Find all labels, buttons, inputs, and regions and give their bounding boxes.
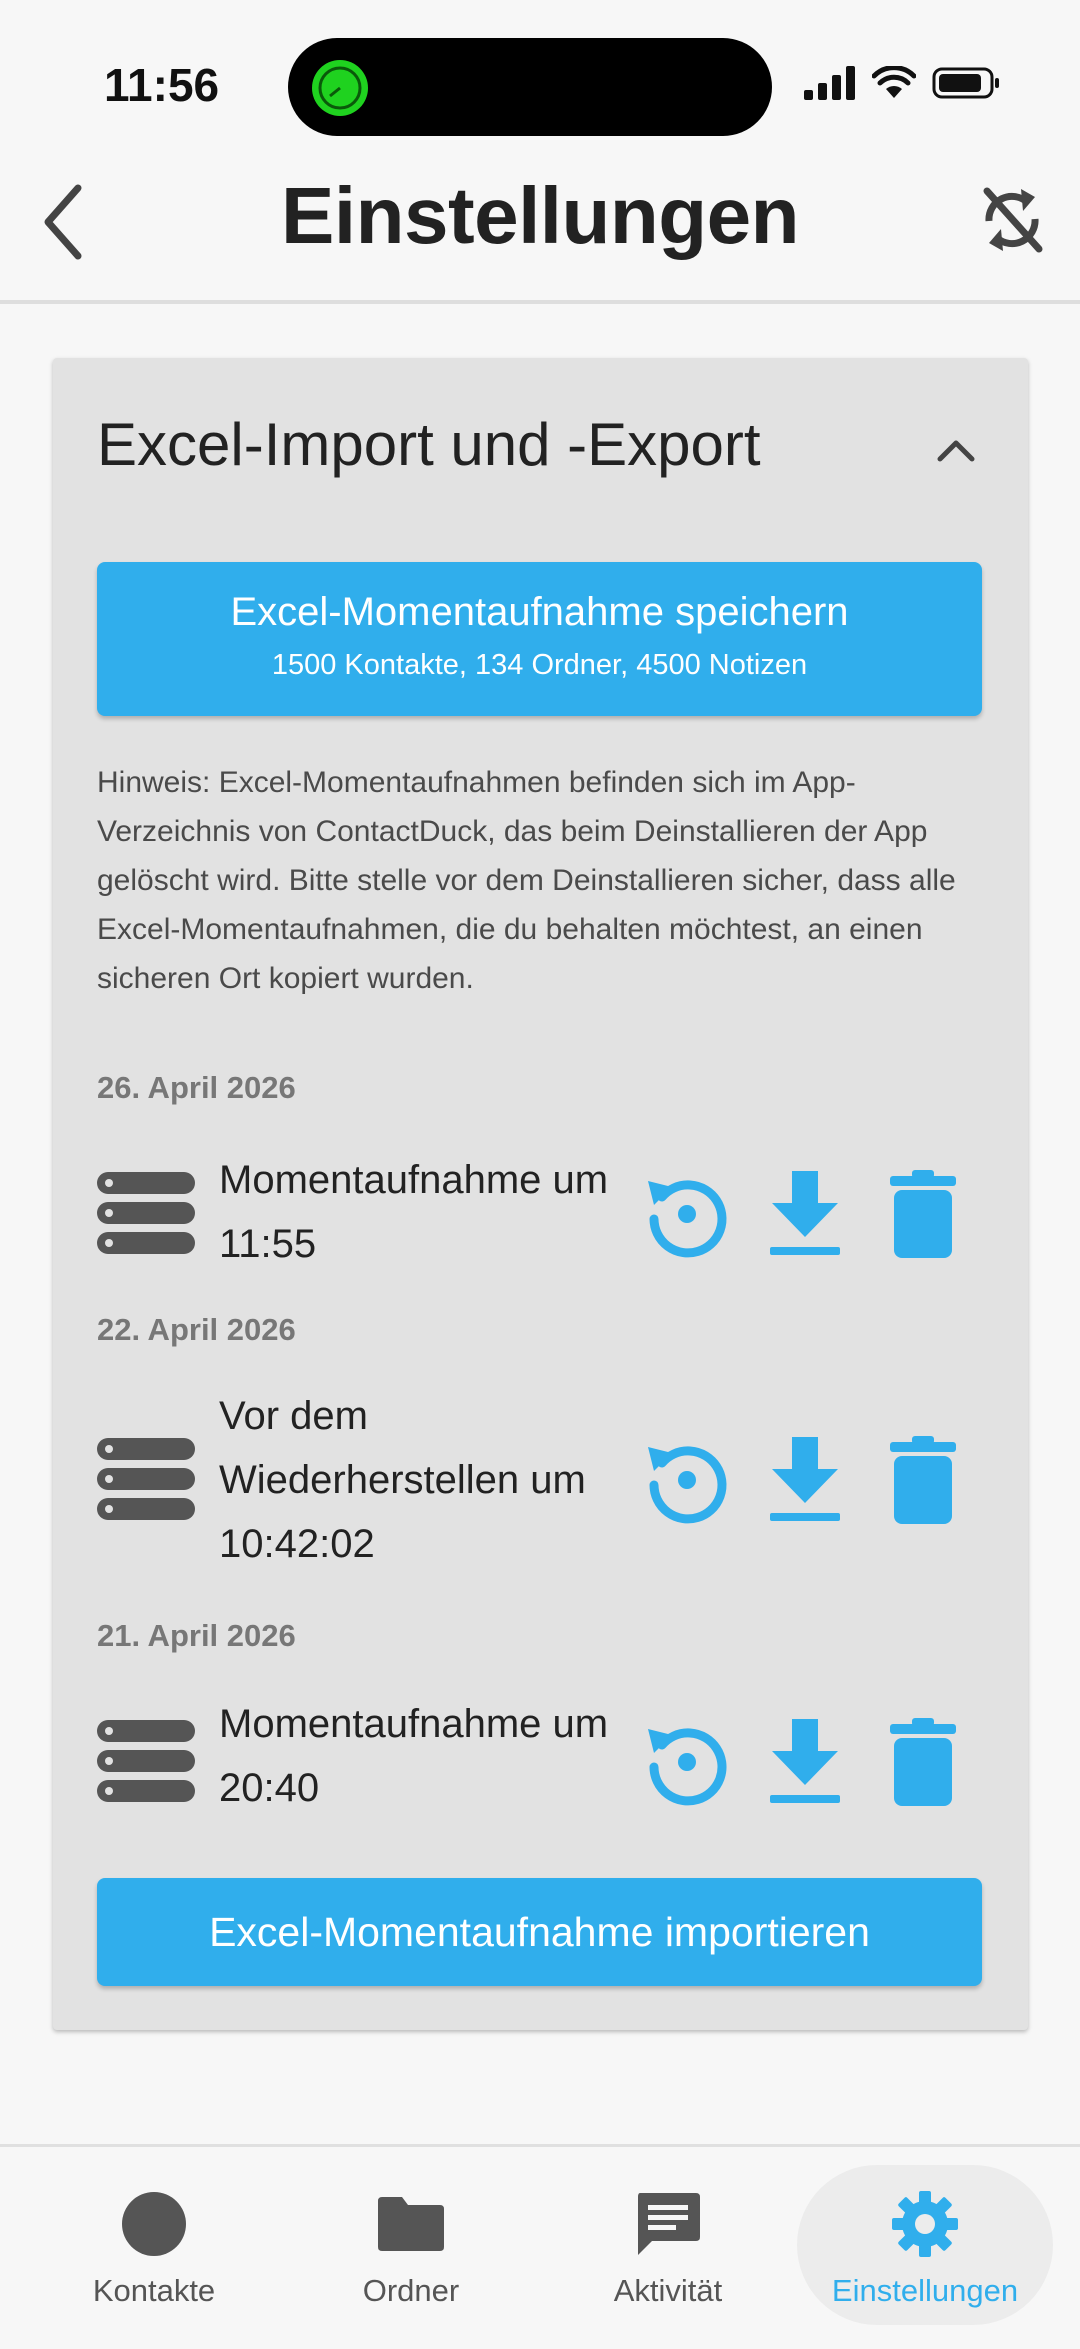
- card-title: Excel-Import und -Export: [97, 411, 761, 478]
- app-header: Einstellungen: [0, 150, 1080, 300]
- download-button[interactable]: [746, 1712, 864, 1812]
- circle-icon: [122, 2192, 186, 2256]
- trash-icon: [890, 1718, 956, 1806]
- restore-icon: [648, 1446, 727, 1524]
- collapse-button[interactable]: [926, 420, 986, 480]
- folder-icon: [378, 2197, 444, 2251]
- trash-icon: [890, 1170, 956, 1258]
- snapshot-date: 26. April 2026: [97, 1070, 296, 1105]
- download-icon: [770, 1719, 840, 1803]
- page-title: Einstellungen: [281, 171, 800, 260]
- save-snapshot-summary: 1500 Kontakte, 134 Ordner, 4500 Notizen: [271, 649, 808, 681]
- database-icon: [97, 1720, 195, 1802]
- database-icon: [97, 1438, 195, 1520]
- dynamic-island: [288, 38, 772, 136]
- save-snapshot-label: Excel-Momentaufnahme speichern: [230, 590, 849, 634]
- nav-label: Ordner: [362, 2273, 460, 2308]
- nav-label: Kontakte: [92, 2273, 216, 2308]
- status-time: 11:56: [104, 59, 220, 111]
- header-divider: [0, 300, 1080, 304]
- snapshot-label: Vor dem Wiederherstellen um 10:42:02: [219, 1394, 586, 1566]
- database-icon: [97, 1172, 195, 1254]
- battery-icon: [932, 67, 999, 99]
- snapshot-date: 22. April 2026: [97, 1312, 296, 1347]
- restore-button[interactable]: [628, 1430, 746, 1530]
- delete-button[interactable]: [864, 1164, 982, 1264]
- nav-label: Einstellungen: [831, 2273, 1019, 2308]
- trash-icon: [890, 1436, 956, 1524]
- restore-button[interactable]: [628, 1164, 746, 1264]
- status-icons: [804, 66, 1002, 100]
- download-button[interactable]: [746, 1164, 864, 1264]
- chat-icon: [638, 2193, 700, 2255]
- restore-icon: [648, 1180, 727, 1258]
- download-button[interactable]: [746, 1430, 864, 1530]
- snapshot-label: Momentaufnahme um 20:40: [219, 1702, 609, 1810]
- signal-icon: [804, 66, 855, 100]
- snapshot-date: 21. April 2026: [97, 1618, 296, 1653]
- gear-icon: [892, 2191, 958, 2257]
- sync-disabled-icon: [983, 187, 1043, 253]
- sync-off-button[interactable]: [972, 180, 1052, 260]
- status-bar: 11:56: [0, 0, 1080, 150]
- excel-card: Excel-Import und -Export Excel-Momentauf…: [53, 358, 1028, 2030]
- restore-icon: [648, 1728, 727, 1806]
- nav-item-kontakte[interactable]: Kontakte: [26, 2165, 282, 2325]
- bottom-nav: Kontakte Ordner Aktivität Einstellungen: [0, 2144, 1080, 2349]
- settings-screen: 11:56 Einstellungen Excel-Import und -Ex…: [0, 0, 1080, 2349]
- snapshot-row: Momentaufnahme um 20:40: [97, 1686, 982, 1836]
- snapshot-row: Momentaufnahme um 11:55: [97, 1138, 982, 1288]
- delete-button[interactable]: [864, 1712, 982, 1812]
- download-icon: [770, 1171, 840, 1255]
- nav-item-einstellungen[interactable]: Einstellungen: [797, 2165, 1053, 2325]
- snapshot-label: Momentaufnahme um 11:55: [219, 1158, 609, 1266]
- timer-icon: [312, 60, 368, 116]
- download-icon: [770, 1437, 840, 1521]
- wifi-icon: [872, 66, 916, 98]
- import-snapshot-button[interactable]: Excel-Momentaufnahme importieren: [97, 1878, 982, 1986]
- delete-button[interactable]: [864, 1430, 982, 1530]
- nav-label: Aktivität: [613, 2273, 723, 2308]
- snapshot-row: Vor dem Wiederherstellen um 10:42:02: [97, 1378, 982, 1588]
- chevron-up-icon: [937, 440, 975, 462]
- snapshot-note: Hinweis: Excel-Momentaufnahmen befinden …: [97, 766, 956, 995]
- save-snapshot-button[interactable]: Excel-Momentaufnahme speichern 1500 Kont…: [97, 562, 982, 716]
- snapshot-actions: [628, 1712, 982, 1812]
- nav-item-ordner[interactable]: Ordner: [283, 2165, 539, 2325]
- restore-button[interactable]: [628, 1712, 746, 1812]
- snapshot-actions: [628, 1164, 982, 1264]
- nav-item-aktivitaet[interactable]: Aktivität: [540, 2165, 796, 2325]
- snapshot-actions: [628, 1430, 982, 1530]
